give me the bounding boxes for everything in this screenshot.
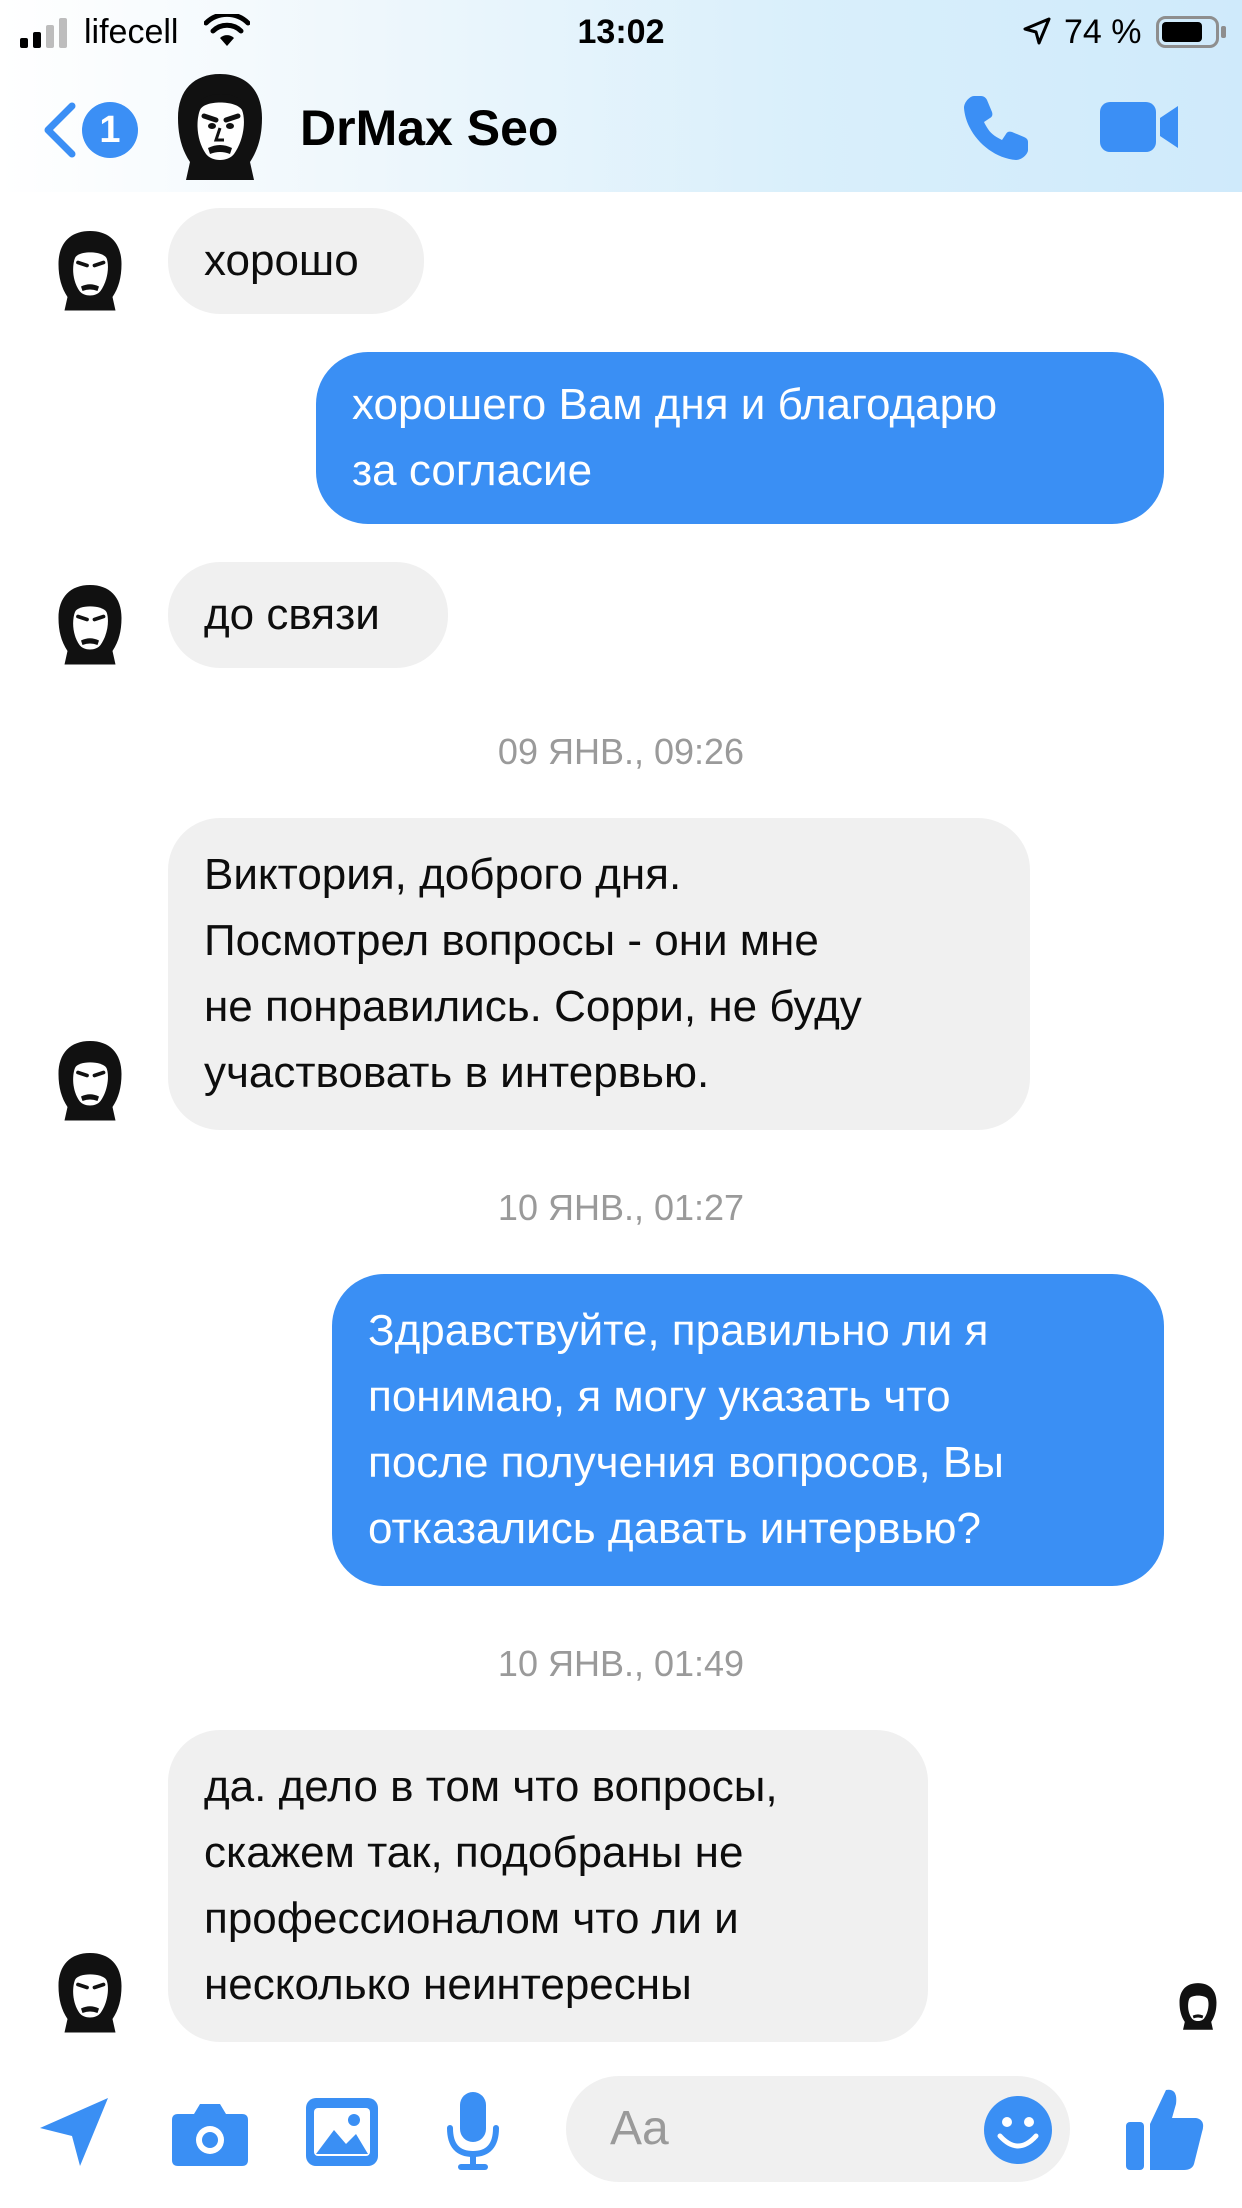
sender-avatar[interactable] xyxy=(52,1038,128,1122)
phone-icon[interactable] xyxy=(960,90,1034,164)
message-line: профессионалом что ли и xyxy=(204,1894,739,1943)
message-line: Виктория, доброго дня. xyxy=(204,850,682,899)
emoji-icon[interactable] xyxy=(982,2094,1054,2166)
message-line: за согласие xyxy=(352,446,593,495)
message-line: скажем так, подобраны не xyxy=(204,1828,744,1877)
gallery-icon[interactable] xyxy=(304,2096,380,2168)
sender-avatar[interactable] xyxy=(52,228,128,312)
contact-name[interactable]: DrMax Seo xyxy=(300,98,558,158)
microphone-icon[interactable] xyxy=(444,2090,502,2174)
top-bar: lifecell 13:02 74 % 1 DrMax Seo xyxy=(0,0,1242,192)
read-receipt-avatar xyxy=(1179,1983,1217,2030)
message-input-placeholder: Aa xyxy=(610,2102,669,2155)
video-camera-icon[interactable] xyxy=(1098,96,1182,158)
sender-avatar[interactable] xyxy=(52,582,128,666)
message-line: Посмотрел вопросы - они мне xyxy=(204,916,819,965)
message-line: хорошо xyxy=(204,236,359,285)
message-line: хорошего Вам дня и благодарю xyxy=(352,380,998,429)
message-line: не понравились. Сорри, не буду xyxy=(204,982,862,1031)
unread-badge: 1 xyxy=(82,102,138,158)
location-arrow-icon xyxy=(1023,17,1051,45)
battery-icon xyxy=(1156,16,1226,48)
camera-icon[interactable] xyxy=(170,2100,250,2168)
back-button[interactable]: 1 xyxy=(40,92,150,164)
send-arrow-icon[interactable] xyxy=(34,2092,114,2172)
incoming-message[interactable]: Виктория, доброго дня. Посмотрел вопросы… xyxy=(168,818,1030,1130)
back-chevron-icon xyxy=(44,102,76,158)
message-line: да. дело в том что вопросы, xyxy=(204,1762,778,1811)
message-line: понимаю, я могу указать что xyxy=(368,1372,951,1421)
message-input[interactable]: Aa xyxy=(566,2076,1070,2182)
outgoing-message[interactable]: хорошего Вам дня и благодарю за согласие xyxy=(316,352,1164,524)
battery-percent: 74 % xyxy=(1064,13,1142,51)
incoming-message[interactable]: хорошо xyxy=(168,208,424,314)
status-bar: lifecell 13:02 74 % xyxy=(0,0,1242,66)
thumbs-up-icon[interactable] xyxy=(1124,2084,1206,2174)
sender-avatar[interactable] xyxy=(52,1950,128,2034)
incoming-message[interactable]: до связи xyxy=(168,562,448,668)
incoming-message[interactable]: да. дело в том что вопросы, скажем так, … xyxy=(168,1730,928,2042)
message-line: отказались давать интервью? xyxy=(368,1504,981,1553)
contact-avatar[interactable] xyxy=(170,70,270,182)
message-line: несколько неинтересны xyxy=(204,1960,692,2009)
message-line: до связи xyxy=(204,590,380,639)
message-line: Здравствуйте, правильно ли я xyxy=(368,1306,989,1355)
message-line: участвовать в интервью. xyxy=(204,1048,710,1097)
timestamp: 09 ЯНВ., 09:26 xyxy=(497,731,745,772)
timestamp: 10 ЯНВ., 01:49 xyxy=(497,1643,745,1684)
outgoing-message[interactable]: Здравствуйте, правильно ли я понимаю, я … xyxy=(332,1274,1164,1586)
message-line: после получения вопросов, Вы xyxy=(368,1438,1004,1487)
timestamp: 10 ЯНВ., 01:27 xyxy=(497,1187,745,1228)
status-time: 13:02 xyxy=(577,13,665,51)
